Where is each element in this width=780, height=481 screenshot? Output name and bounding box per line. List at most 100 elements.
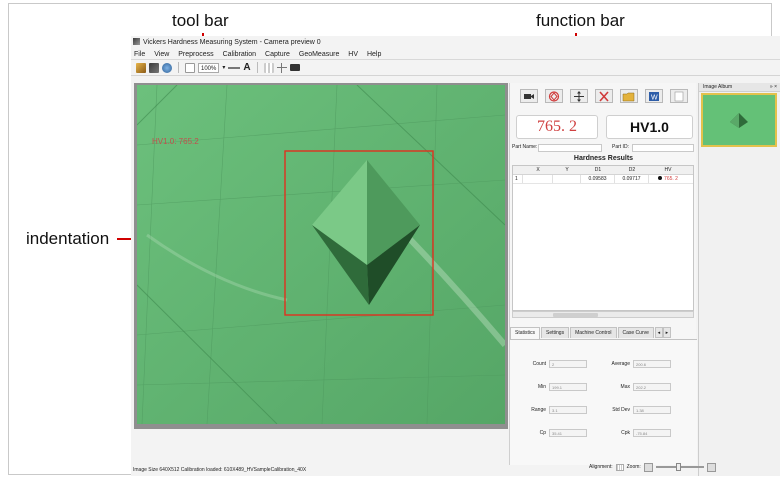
indentation-annotation: indentation (26, 229, 110, 248)
cell-y (553, 175, 581, 183)
row-index: 1 (513, 175, 523, 183)
min-field: 199.1 (549, 383, 587, 391)
hardness-scale-display: HV1.0 (606, 115, 693, 139)
report-button[interactable]: W (645, 89, 663, 103)
max-label: Max (620, 384, 630, 390)
open-folder-icon[interactable] (136, 62, 146, 73)
tab-statistics[interactable]: Statistics (510, 327, 541, 339)
toolbar-separator (178, 62, 179, 73)
table-header: X Y D1 D2 HV (513, 166, 693, 175)
open-button[interactable] (620, 89, 638, 103)
capture-button[interactable] (520, 89, 538, 103)
grid-icon[interactable] (263, 62, 274, 73)
part-fields: Part Name: Part ID: (512, 143, 695, 152)
zoom-out-icon[interactable] (643, 462, 653, 472)
menu-preprocess[interactable]: Preprocess (178, 51, 213, 58)
cp-label: Cp (539, 430, 546, 436)
select-icon[interactable] (185, 62, 195, 73)
tab-settings[interactable]: Settings (541, 327, 570, 338)
zoom-slider-handle[interactable] (675, 463, 681, 471)
function-bar: W (520, 89, 688, 103)
tool-bar-annotation: tool bar (172, 11, 229, 30)
album-thumbnail[interactable] (701, 93, 777, 147)
part-id-label: Part ID: (612, 144, 629, 150)
album-title: Image Album (703, 84, 733, 90)
menu-capture[interactable]: Capture (265, 51, 290, 58)
average-label: Average (611, 361, 630, 367)
cell-x (523, 175, 553, 183)
word-document-icon: W (649, 91, 659, 101)
menu-bar: File View Preprocess Calibration Capture… (131, 49, 780, 60)
min-label: Min (537, 384, 546, 390)
chevron-down-icon[interactable]: ▾ (222, 64, 225, 71)
menu-hv[interactable]: HV (348, 51, 358, 58)
tool-bar: 100% ▾ A (131, 60, 780, 76)
range-label: Range (531, 407, 546, 413)
blank-button[interactable] (670, 89, 688, 103)
col-header-hv: HV (664, 167, 672, 173)
menu-calibration[interactable]: Calibration (223, 51, 256, 58)
ruler-icon[interactable] (228, 66, 241, 69)
cpk-label: Cpk (621, 430, 630, 436)
menu-file[interactable]: File (134, 51, 145, 58)
status-controls: Alignment: Zoom: (589, 460, 779, 474)
folder-icon (622, 92, 635, 101)
results-scrollbar[interactable] (512, 311, 694, 318)
part-name-label: Part Name: (512, 144, 538, 150)
auto-measure-button[interactable] (545, 89, 563, 103)
cell-d1: 0.09583 (581, 175, 615, 183)
stddev-label: Std Dev (612, 407, 630, 413)
average-field: 200.6 (633, 360, 671, 368)
scrollbar-thumb[interactable] (553, 313, 598, 317)
statistics-panel: Count 2 Average 200.6 Min 199.1 Max 202.… (510, 339, 697, 465)
diamond-target-icon (548, 90, 560, 102)
thumbnail-image (703, 95, 775, 145)
menu-view[interactable]: View (154, 51, 169, 58)
max-field: 202.2 (633, 383, 671, 391)
alignment-grid-icon[interactable] (615, 463, 624, 471)
menu-geomeasure[interactable]: GeoMeasure (299, 51, 339, 58)
count-field: 2 (549, 360, 587, 368)
cp-field: 35.41 (549, 429, 587, 437)
text-tool-icon[interactable]: A (243, 62, 250, 74)
function-bar-annotation: function bar (536, 11, 625, 30)
zoom-in-icon[interactable] (706, 462, 716, 472)
col-header-index (513, 166, 523, 174)
delete-button[interactable] (595, 89, 613, 103)
album-controls-icon[interactable]: » × (770, 83, 777, 91)
cell-hv: 765. 2 (649, 175, 687, 183)
toolbar-separator (256, 62, 258, 73)
measurement-panel: W 765. 2 HV1.0 Part Name: Part ID: Hardn… (509, 83, 697, 465)
blank-page-icon (674, 91, 684, 101)
zoom-slider[interactable] (655, 463, 704, 471)
part-id-input[interactable] (632, 144, 694, 152)
results-table: X Y D1 D2 HV 1 0.09583 0.09717 765. 2 (512, 165, 694, 311)
monitor-icon[interactable] (289, 64, 300, 71)
tab-scroll-right-icon[interactable]: ▸ (662, 327, 671, 338)
app-icon (133, 38, 140, 45)
indentation-image (137, 85, 505, 424)
camera-preview[interactable]: HV1.0: 765.2 (137, 85, 505, 424)
part-name-input[interactable] (538, 144, 602, 152)
status-dot-icon (658, 176, 663, 180)
zoom-select[interactable]: 100% (198, 62, 220, 73)
tab-machine-control[interactable]: Machine Control (570, 327, 617, 338)
table-row[interactable]: 1 0.09583 0.09717 765. 2 (513, 175, 693, 184)
menu-help[interactable]: Help (367, 51, 381, 58)
save-icon[interactable] (149, 62, 159, 73)
move-arrows-icon (574, 90, 584, 102)
tab-case-curve[interactable]: Case Curve (617, 327, 654, 338)
tab-scroll-left-icon[interactable]: ◂ (654, 327, 663, 338)
delete-icon (599, 90, 609, 102)
crosshair-icon[interactable] (276, 62, 287, 73)
hardness-value-display: 765. 2 (516, 115, 598, 139)
col-header-d2: D2 (628, 167, 636, 173)
cell-hv-value: 765. 2 (664, 176, 678, 182)
hv-overlay-label: HV1.0: 765.2 (152, 137, 199, 146)
stat-tabs: Statistics Settings Machine Control Case… (510, 327, 697, 339)
move-button[interactable] (570, 89, 588, 103)
cell-d2: 0.09717 (615, 175, 649, 183)
app-window: Vickers Hardness Measuring System - Came… (131, 36, 780, 476)
camera-icon[interactable] (162, 62, 172, 73)
col-header-x: X (536, 167, 540, 173)
